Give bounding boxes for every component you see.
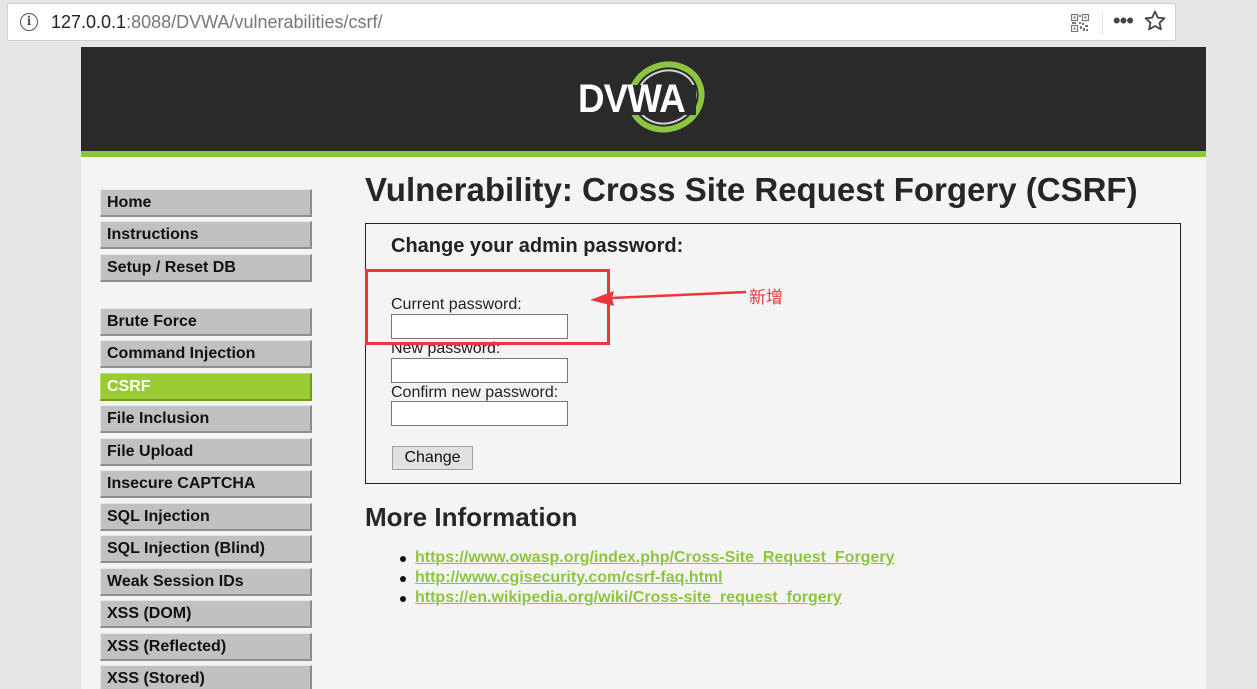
header-accent-stripe <box>81 151 1206 157</box>
list-item: https://www.owasp.org/index.php/Cross-Si… <box>399 549 894 569</box>
site-header: DVWA <box>81 47 1206 151</box>
qr-code-icon[interactable] <box>1071 14 1089 32</box>
more-information-links: https://www.owasp.org/index.php/Cross-Si… <box>399 549 894 609</box>
dvwa-logo[interactable]: DVWA <box>574 59 714 139</box>
menu-item-brute-force[interactable]: Brute Force <box>100 308 312 336</box>
page-title: Vulnerability: Cross Site Request Forger… <box>365 171 1138 208</box>
menu-item-insecure-captcha[interactable]: Insecure CAPTCHA <box>100 470 312 498</box>
owasp-csrf-link[interactable]: https://www.owasp.org/index.php/Cross-Si… <box>415 549 894 566</box>
more-information-heading: More Information <box>365 502 578 532</box>
menu-item-file-inclusion[interactable]: File Inclusion <box>100 405 312 433</box>
menu-item-file-upload[interactable]: File Upload <box>100 438 312 466</box>
change-button[interactable]: Change <box>392 446 473 470</box>
menu-item-xss-dom[interactable]: XSS (DOM) <box>100 600 312 628</box>
logo-text: DVWA <box>578 77 686 121</box>
address-bar[interactable]: i 127.0.0.1:8088/DVWA/vulnerabilities/cs… <box>7 3 1176 41</box>
menu-item-setup-reset-db[interactable]: Setup / Reset DB <box>100 254 312 282</box>
confirm-password-input[interactable] <box>391 401 568 426</box>
info-icon[interactable]: i <box>20 13 38 31</box>
more-icon[interactable]: ••• <box>1113 8 1134 34</box>
menu-item-home[interactable]: Home <box>100 189 312 217</box>
menu-item-csrf[interactable]: CSRF <box>100 373 312 401</box>
menu-item-xss-stored[interactable]: XSS (Stored) <box>100 665 312 689</box>
bookmark-star-icon[interactable] <box>1143 9 1167 33</box>
form-heading: Change your admin password: <box>391 235 684 257</box>
dvwa-page: DVWA Home Instructions Setup / Reset DB … <box>81 47 1206 689</box>
annotation-highlight-box <box>365 269 610 345</box>
url-text[interactable]: 127.0.0.1:8088/DVWA/vulnerabilities/csrf… <box>51 12 383 33</box>
menu-item-command-injection[interactable]: Command Injection <box>100 340 312 368</box>
menu-item-instructions[interactable]: Instructions <box>100 221 312 249</box>
list-item: https://en.wikipedia.org/wiki/Cross-site… <box>399 589 894 609</box>
menu-item-xss-reflected[interactable]: XSS (Reflected) <box>100 633 312 661</box>
cgisecurity-csrf-link[interactable]: http://www.cgisecurity.com/csrf-faq.html <box>415 569 723 586</box>
url-path: :8088/DVWA/vulnerabilities/csrf/ <box>126 12 383 32</box>
url-host: 127.0.0.1 <box>51 12 127 32</box>
password-change-form: Change your admin password: Current pass… <box>365 223 1181 484</box>
menu-item-sql-injection[interactable]: SQL Injection <box>100 503 312 531</box>
wikipedia-csrf-link[interactable]: https://en.wikipedia.org/wiki/Cross-site… <box>415 589 842 606</box>
confirm-password-label: Confirm new password: <box>391 384 559 401</box>
list-item: http://www.cgisecurity.com/csrf-faq.html <box>399 569 894 589</box>
toolbar-divider <box>1102 12 1103 34</box>
new-password-input[interactable] <box>391 358 568 383</box>
annotation-arrow-icon <box>590 290 747 306</box>
annotation-label: 新增 <box>749 288 783 308</box>
menu-item-sql-injection-blind[interactable]: SQL Injection (Blind) <box>100 535 312 563</box>
menu-item-weak-session-ids[interactable]: Weak Session IDs <box>100 568 312 596</box>
